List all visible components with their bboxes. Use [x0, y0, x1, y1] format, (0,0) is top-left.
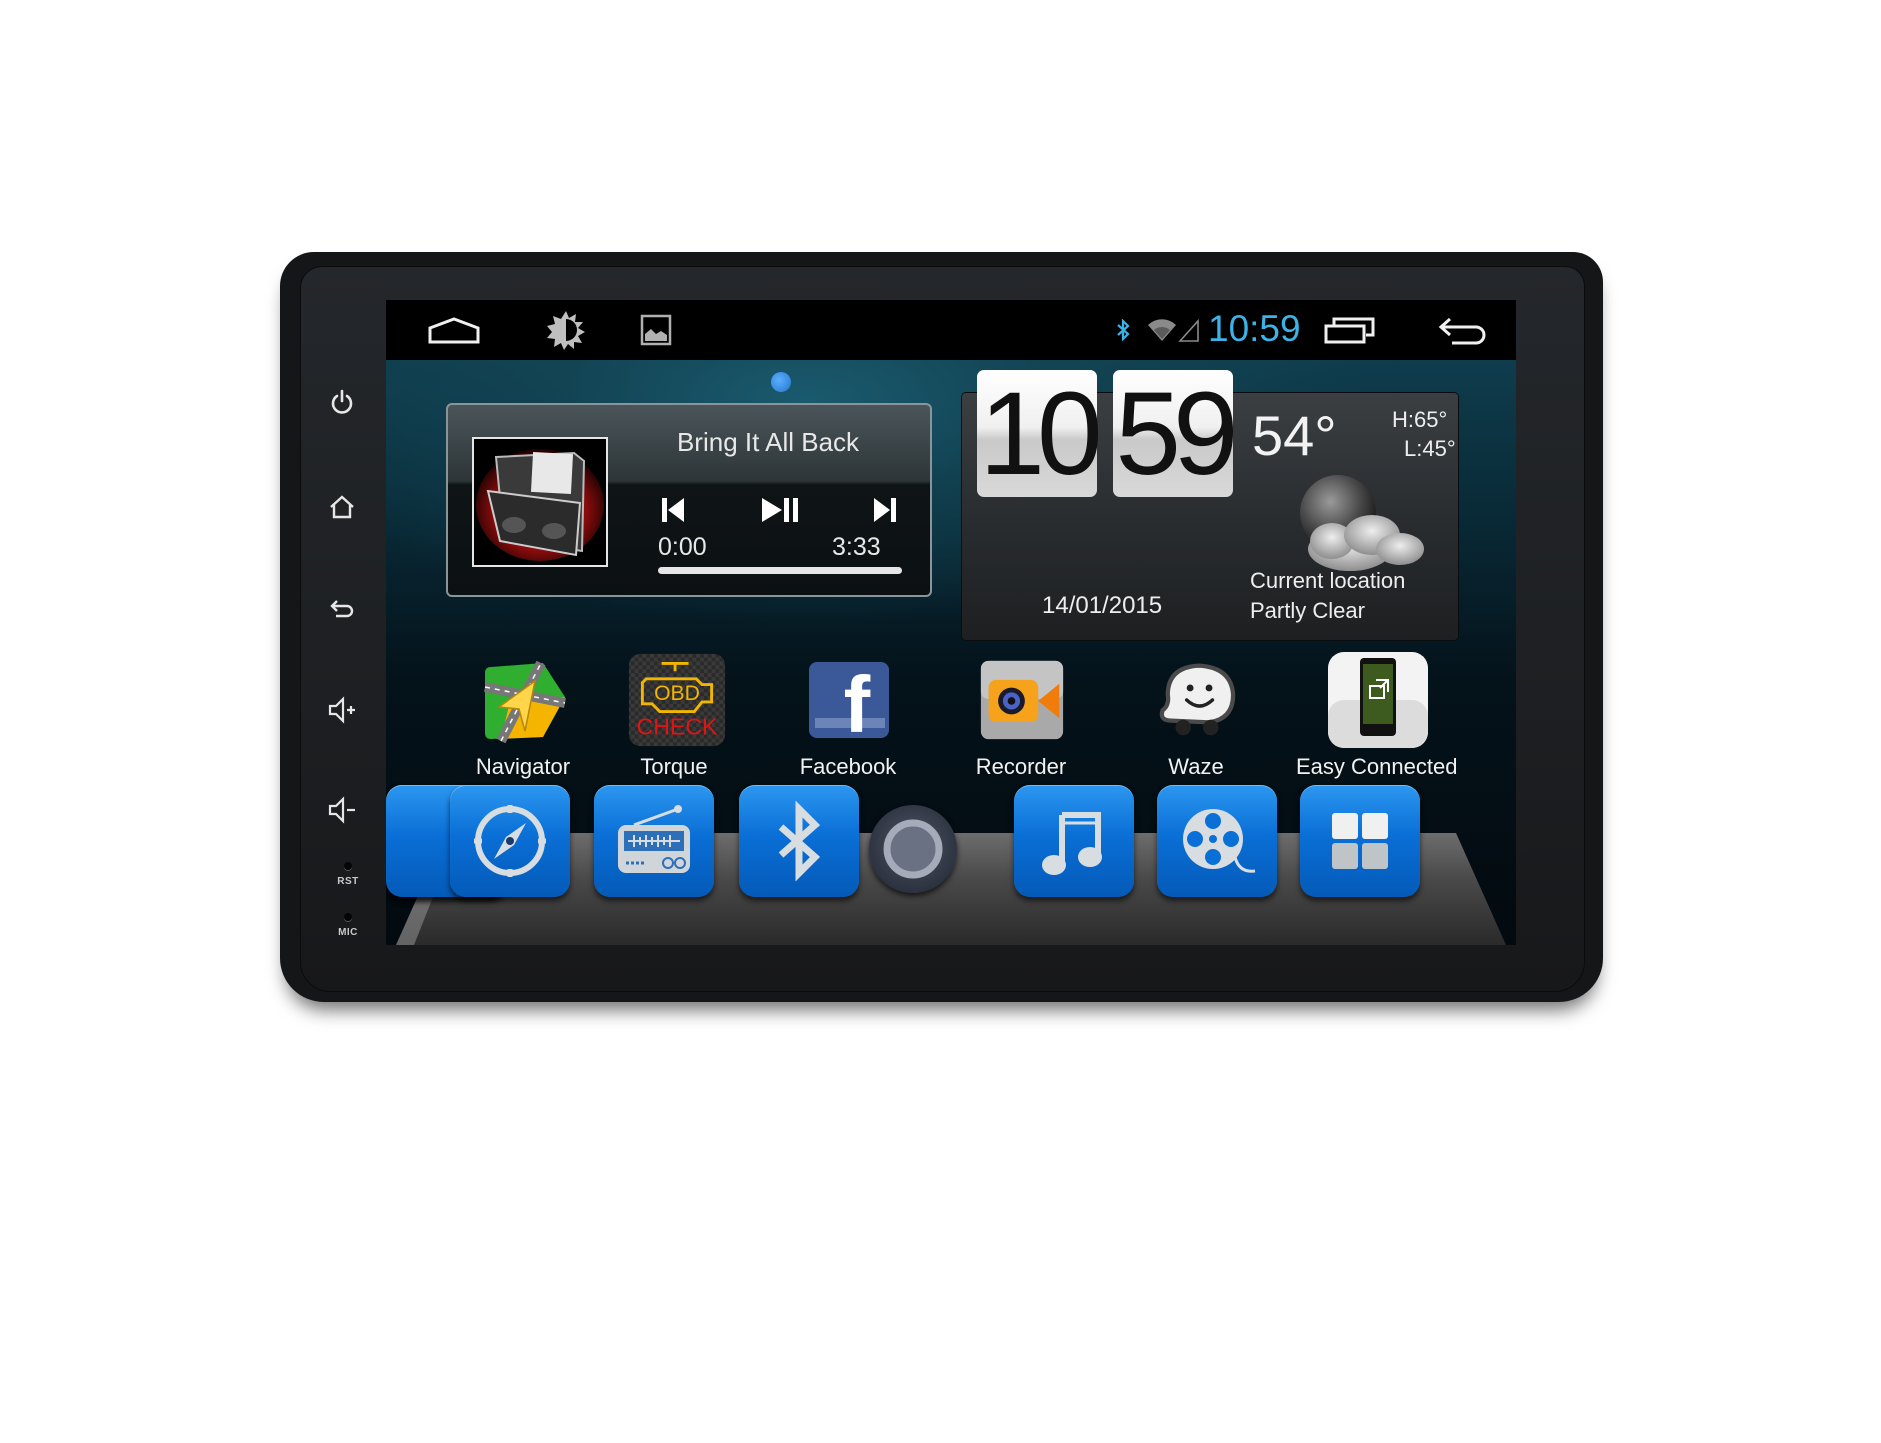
- app-torque[interactable]: OBD CHECK Torque: [599, 652, 749, 792]
- app-facebook[interactable]: f Facebook: [773, 652, 923, 792]
- app-navigator[interactable]: Navigator: [448, 652, 598, 792]
- screen: 10:59 Bring It All Back 0:00 3:33 10 59 …: [386, 300, 1516, 945]
- radio-icon: [618, 805, 690, 873]
- compass-icon: [474, 805, 546, 877]
- navigator-icon: [481, 652, 567, 748]
- album-art[interactable]: [472, 437, 608, 567]
- app-label: Navigator: [475, 754, 571, 779]
- bluetooth-status: [1114, 310, 1132, 350]
- page-indicator-dot[interactable]: [771, 372, 791, 392]
- phone-link-icon: [1326, 652, 1430, 748]
- app-label: Easy Connected: [1296, 754, 1458, 779]
- mic-label: MIC: [338, 927, 358, 938]
- brightness-icon: [547, 311, 585, 350]
- music-folder-icon: [474, 439, 606, 565]
- dock-home[interactable]: [869, 805, 957, 893]
- status-home-button[interactable]: [426, 310, 482, 350]
- obd-text: OBD: [654, 682, 700, 705]
- signal-icon: [1178, 318, 1199, 342]
- play-pause-icon: [762, 498, 798, 522]
- song-title: Bring It All Back: [676, 427, 860, 457]
- dock-radio[interactable]: [594, 785, 714, 897]
- volume-down-button[interactable]: [322, 790, 362, 830]
- volume-up-icon: [328, 696, 355, 724]
- home-button[interactable]: [322, 487, 362, 527]
- waze-icon: [1154, 652, 1240, 748]
- video-recorder-icon: [979, 652, 1065, 748]
- film-reel-icon: [1183, 809, 1256, 873]
- app-label: Facebook: [799, 754, 897, 779]
- power-button[interactable]: [322, 382, 362, 422]
- reset-hole[interactable]: [344, 862, 352, 870]
- current-time: 0:00: [658, 533, 707, 561]
- brightness-button[interactable]: [544, 310, 588, 350]
- high-temperature: H:65°: [1392, 407, 1448, 432]
- clock-hours[interactable]: 10: [977, 370, 1103, 497]
- app-waze[interactable]: Waze: [1121, 652, 1271, 792]
- music-widget: Bring It All Back 0:00 3:33: [446, 403, 932, 597]
- dock-all-apps[interactable]: [1300, 785, 1420, 897]
- rst-label: RST: [337, 876, 359, 887]
- home-icon: [428, 317, 480, 344]
- weather-condition: Partly Clear: [1250, 598, 1365, 623]
- app-grid-icon: [1332, 813, 1388, 869]
- dock-bluetooth[interactable]: [739, 785, 859, 897]
- app-label: Recorder: [975, 754, 1067, 779]
- partly-cloudy-night-icon: [1300, 475, 1424, 571]
- volume-up-button[interactable]: [322, 690, 362, 730]
- facebook-f: f: [844, 660, 871, 740]
- volume-down-icon: [328, 796, 355, 824]
- wifi-icon: [1148, 318, 1199, 342]
- check-text: CHECK: [637, 714, 718, 740]
- current-temperature: 54°: [1252, 404, 1337, 467]
- power-icon: [331, 389, 353, 414]
- previous-button[interactable]: [660, 490, 686, 530]
- mic-hole: [344, 913, 352, 921]
- app-recorder[interactable]: Recorder: [946, 652, 1096, 792]
- next-icon: [874, 498, 896, 522]
- status-back-button[interactable]: [1436, 310, 1490, 350]
- back-icon: [330, 600, 354, 618]
- signal-status: [1146, 310, 1200, 350]
- music-note-icon: [1042, 812, 1102, 875]
- home-icon: [330, 495, 354, 519]
- bluetooth-icon: [778, 800, 821, 882]
- dock-video[interactable]: [1157, 785, 1277, 897]
- total-time: 3:33: [832, 533, 881, 561]
- dock-music[interactable]: [1014, 785, 1134, 897]
- clock-minutes[interactable]: 59: [1113, 370, 1239, 497]
- status-bar: 10:59: [386, 300, 1516, 360]
- home-circle-icon: [883, 819, 943, 879]
- status-time: 10:59: [1208, 308, 1301, 349]
- app-easy-connected[interactable]: Easy Connected: [1296, 652, 1458, 792]
- facebook-icon: f: [806, 652, 892, 748]
- previous-icon: [662, 498, 684, 522]
- back-button[interactable]: [322, 588, 362, 628]
- low-temperature: L:45°: [1404, 436, 1456, 461]
- obd-check-icon: OBD CHECK: [627, 652, 727, 748]
- bluetooth-icon: [1117, 319, 1130, 341]
- app-label: Waze: [1168, 754, 1224, 779]
- gallery-button[interactable]: [639, 310, 673, 350]
- dock-navigation[interactable]: [450, 785, 570, 897]
- weather-location: Current location: [1250, 568, 1406, 593]
- play-pause-button[interactable]: [760, 490, 802, 530]
- gallery-icon: [640, 314, 672, 346]
- recent-apps-icon: [1324, 317, 1375, 344]
- progress-bar[interactable]: [658, 567, 902, 574]
- recent-apps-button[interactable]: [1321, 310, 1379, 350]
- app-label: Torque: [640, 754, 708, 779]
- next-button[interactable]: [872, 490, 898, 530]
- back-icon: [1438, 317, 1486, 345]
- clock-weather-widget: 10 59 54° H:65° L:45° 14/01/2015 Current…: [962, 370, 1458, 640]
- date-label: 14/01/2015: [1042, 592, 1163, 619]
